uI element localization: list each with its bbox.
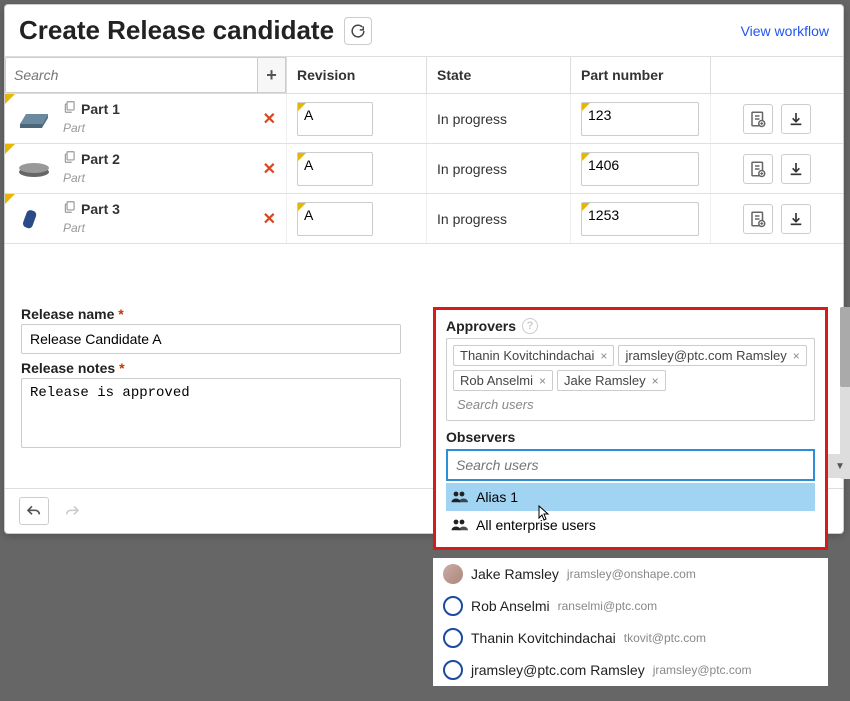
doc-action-button[interactable]	[743, 204, 773, 234]
col-part-number: Part number	[571, 57, 711, 93]
user-suggestions: Jake Ramsley jramsley@onshape.comRob Ans…	[433, 558, 828, 686]
part-icon	[63, 201, 77, 217]
dialog-title: Create Release candidate	[19, 15, 334, 46]
table-row: Part 1 Part ✕ A In progress 123	[5, 94, 843, 144]
revision-input[interactable]: A	[297, 202, 373, 236]
state-cell: In progress	[427, 194, 571, 243]
observer-option[interactable]: All enterprise users	[446, 511, 815, 539]
observers-search-input[interactable]	[446, 449, 815, 481]
group-icon	[450, 518, 468, 532]
remove-part-button[interactable]: ✕	[263, 109, 276, 129]
chip-remove-icon[interactable]: ×	[539, 374, 546, 388]
chip-remove-icon[interactable]: ×	[652, 374, 659, 388]
doc-action-button[interactable]	[743, 104, 773, 134]
suggestion-row[interactable]: Thanin Kovitchindachai tkovit@ptc.com	[433, 622, 828, 654]
part-name: Part 3	[81, 201, 120, 217]
part-number-input[interactable]: 1253	[581, 202, 699, 236]
parts-table-body: Part 1 Part ✕ A In progress 123 Part 2 Part ✕ A In…	[5, 94, 843, 244]
download-button[interactable]	[781, 204, 811, 234]
observers-label: Observers	[446, 429, 815, 445]
release-name-label: Release name *	[21, 306, 401, 322]
avatar	[443, 628, 463, 648]
table-row: Part 2 Part ✕ A In progress 1406	[5, 144, 843, 194]
dialog-header: Create Release candidate View workflow	[5, 5, 843, 57]
suggestion-row[interactable]: jramsley@ptc.com Ramsley jramsley@ptc.co…	[433, 654, 828, 686]
col-state: State	[427, 57, 571, 93]
avatar	[443, 596, 463, 616]
approvers-panel: Approvers ? Thanin Kovitchindachai×jrams…	[433, 307, 828, 550]
release-name-input[interactable]	[21, 324, 401, 354]
suggestion-row[interactable]: Rob Anselmi ranselmi@ptc.com	[433, 590, 828, 622]
part-icon	[63, 101, 77, 117]
col-revision: Revision	[287, 57, 427, 93]
remove-part-button[interactable]: ✕	[263, 209, 276, 229]
parts-search-input[interactable]	[5, 57, 258, 93]
doc-action-button[interactable]	[743, 154, 773, 184]
table-header: + Revision State Part number	[5, 57, 843, 94]
revision-input[interactable]: A	[297, 102, 373, 136]
remove-part-button[interactable]: ✕	[263, 159, 276, 179]
download-button[interactable]	[781, 104, 811, 134]
scroll-dropdown-icon[interactable]: ▼	[828, 454, 850, 478]
view-workflow-link[interactable]: View workflow	[741, 23, 829, 39]
avatar	[443, 660, 463, 680]
revision-input[interactable]: A	[297, 152, 373, 186]
part-number-input[interactable]: 1406	[581, 152, 699, 186]
chip-remove-icon[interactable]: ×	[600, 349, 607, 363]
approvers-label: Approvers ?	[446, 318, 815, 334]
refresh-button[interactable]	[344, 17, 372, 45]
part-number-input[interactable]: 123	[581, 102, 699, 136]
table-row: Part 3 Part ✕ A In progress 1253	[5, 194, 843, 244]
state-cell: In progress	[427, 94, 571, 143]
part-type: Part	[63, 221, 85, 235]
help-icon[interactable]: ?	[522, 318, 538, 334]
part-name: Part 1	[81, 101, 120, 117]
undo-button[interactable]	[19, 497, 49, 525]
approver-chip[interactable]: jramsley@ptc.com Ramsley×	[618, 345, 806, 366]
avatar	[443, 564, 463, 584]
state-cell: In progress	[427, 144, 571, 193]
approver-chip[interactable]: Thanin Kovitchindachai×	[453, 345, 614, 366]
part-type: Part	[63, 171, 85, 185]
redo-button[interactable]	[57, 497, 87, 525]
suggestion-row[interactable]: Jake Ramsley jramsley@onshape.com	[433, 558, 828, 590]
approver-search-placeholder[interactable]: Search users	[453, 395, 808, 414]
approver-chip[interactable]: Rob Anselmi×	[453, 370, 553, 391]
part-icon	[63, 151, 77, 167]
download-button[interactable]	[781, 154, 811, 184]
chip-remove-icon[interactable]: ×	[793, 349, 800, 363]
group-icon	[450, 490, 468, 504]
part-name: Part 2	[81, 151, 120, 167]
release-notes-input[interactable]	[21, 378, 401, 448]
release-notes-label: Release notes *	[21, 360, 401, 376]
approvers-input[interactable]: Thanin Kovitchindachai×jramsley@ptc.com …	[446, 338, 815, 421]
approver-chip[interactable]: Jake Ramsley×	[557, 370, 666, 391]
part-type: Part	[63, 121, 85, 135]
observers-options: Alias 1All enterprise users	[446, 483, 815, 539]
add-part-button[interactable]: +	[258, 57, 286, 93]
observer-option[interactable]: Alias 1	[446, 483, 815, 511]
